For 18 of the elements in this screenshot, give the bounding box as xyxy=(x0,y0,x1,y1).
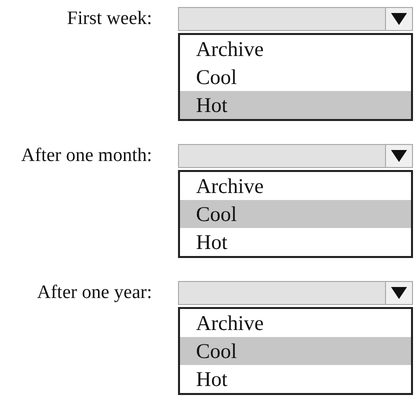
caret-icon xyxy=(391,13,407,25)
field-label: After one year: xyxy=(36,281,152,304)
dropdown-button[interactable] xyxy=(385,145,412,167)
caret-icon xyxy=(391,287,407,299)
dropdown-button[interactable] xyxy=(385,282,412,304)
list-option[interactable]: Hot xyxy=(180,91,411,119)
list-option[interactable]: Cool xyxy=(180,200,411,228)
dropdown-button[interactable] xyxy=(385,8,412,30)
list-option[interactable]: Hot xyxy=(180,228,411,256)
list-option[interactable]: Archive xyxy=(180,35,411,63)
field-label: After one month: xyxy=(20,144,152,167)
list-option[interactable]: Cool xyxy=(180,337,411,365)
list-option[interactable]: Archive xyxy=(180,172,411,200)
list-option[interactable]: Hot xyxy=(180,365,411,393)
list-option[interactable]: Cool xyxy=(180,63,411,91)
caret-icon xyxy=(391,150,407,162)
field-label: First week: xyxy=(66,7,152,30)
list-option[interactable]: Archive xyxy=(180,309,411,337)
